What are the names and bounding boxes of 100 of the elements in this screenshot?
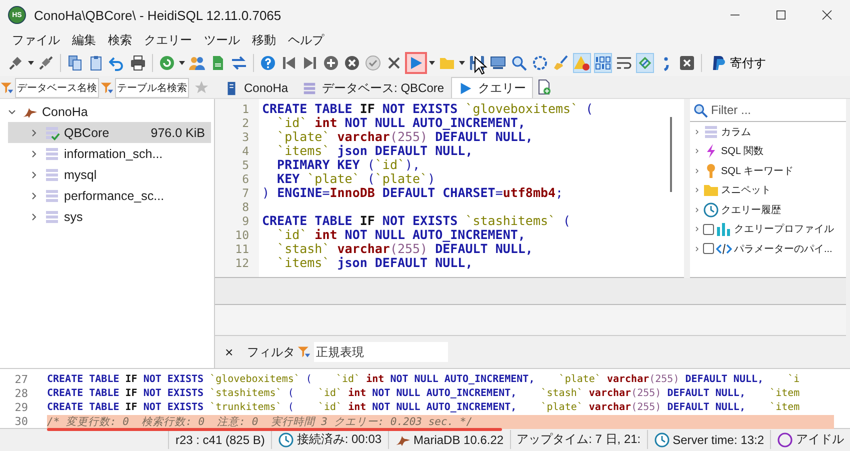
- query-icon: [458, 80, 474, 96]
- menu-item[interactable]: クエリー: [138, 32, 198, 48]
- tab[interactable]: ConoHa: [217, 77, 296, 98]
- helper-item[interactable]: カラム: [721, 124, 751, 139]
- tree-item[interactable]: ConoHa: [42, 104, 88, 118]
- broom-icon[interactable]: [553, 55, 569, 71]
- line-number: 6: [241, 172, 250, 186]
- columns-icon: [703, 124, 719, 140]
- undo-icon[interactable]: [109, 55, 125, 71]
- helper-item[interactable]: クエリー履歴: [721, 202, 781, 217]
- code-line: CREATE TABLE IF NOT EXISTS `stashitems` (: [262, 214, 571, 228]
- skip-first-icon[interactable]: [281, 55, 297, 71]
- cancel-icon[interactable]: [386, 55, 402, 71]
- helper-item[interactable]: SQL 関数: [721, 144, 764, 158]
- search-icon[interactable]: [511, 55, 527, 71]
- status-text: アイドル: [796, 431, 844, 448]
- clipboard-icon[interactable]: [88, 55, 104, 71]
- copy-icon[interactable]: [67, 55, 83, 71]
- code-line: CREATE TABLE IF NOT EXISTS `stashitems` ( `id` int NOT NULL AUTO_INCREMENT, `stash` varchar(255) DEFAULT NULL, `item: [47, 387, 800, 401]
- toggle-button[interactable]: [573, 53, 591, 73]
- search-field[interactable]: データベース名検: [15, 78, 99, 98]
- close-icon[interactable]: [821, 9, 833, 21]
- close-button[interactable]: ×: [221, 344, 238, 360]
- line-number: 8: [241, 200, 250, 214]
- new-tab-icon[interactable]: [536, 79, 552, 95]
- tree-row[interactable]: sys: [8, 206, 211, 227]
- status-text: 接続済み: 00:03: [296, 431, 382, 448]
- tab[interactable]: クエリー: [451, 77, 534, 98]
- database-icon: [44, 166, 60, 182]
- tab[interactable]: データベース: QBCore: [295, 77, 452, 98]
- warning-icon: [574, 55, 590, 71]
- menu-item[interactable]: ファイル: [6, 32, 66, 48]
- search-icon: [693, 102, 708, 118]
- wrap-icon[interactable]: [616, 55, 632, 71]
- checkbox[interactable]: [703, 224, 714, 235]
- line-number: 7: [241, 186, 250, 200]
- line-number: 10: [234, 228, 250, 242]
- folder-icon: [703, 182, 719, 198]
- monitor-icon[interactable]: [490, 55, 506, 71]
- transfer-icon[interactable]: [231, 55, 247, 71]
- line-number: 9: [241, 214, 250, 228]
- add-icon[interactable]: [323, 55, 339, 71]
- toggle-button[interactable]: [594, 53, 612, 73]
- menu-item[interactable]: 検索: [102, 32, 138, 48]
- line-number: 27: [14, 373, 29, 387]
- ring-icon[interactable]: [532, 55, 548, 71]
- star-icon[interactable]: [194, 80, 209, 95]
- database-icon: [302, 80, 318, 96]
- paypal-icon: [710, 55, 726, 71]
- check-icon[interactable]: [365, 55, 381, 71]
- funnel-icon: [100, 81, 114, 95]
- menu-item[interactable]: 編集: [66, 32, 102, 48]
- delete-icon[interactable]: [344, 55, 360, 71]
- helper-item[interactable]: パラメーターのパイ...: [734, 242, 832, 256]
- code-line: `stash` varchar(255) DEFAULT NULL,: [276, 242, 533, 256]
- helper-item[interactable]: スニペット: [721, 183, 771, 198]
- search-field[interactable]: テーブル名検索: [115, 78, 189, 98]
- file-icon[interactable]: [210, 55, 226, 71]
- toggle-button[interactable]: [636, 53, 654, 73]
- donate-button[interactable]: 寄付す: [706, 52, 770, 74]
- bar-chart-icon: [716, 221, 732, 238]
- code-line: KEY `plate` (`plate`): [276, 172, 436, 186]
- scrollbar[interactable]: [670, 117, 672, 192]
- line-number: 2: [241, 116, 250, 130]
- clock-icon: [278, 432, 294, 448]
- line-number: 5: [241, 158, 250, 172]
- help-icon[interactable]: [260, 55, 276, 71]
- users-icon[interactable]: [189, 55, 205, 71]
- skip-last-icon[interactable]: [302, 55, 318, 71]
- code-line: `plate` varchar(255) DEFAULT NULL,: [276, 130, 533, 144]
- line-number: 29: [14, 401, 29, 415]
- status-text: MariaDB 10.6.22: [414, 432, 504, 446]
- status-text: r23 : c41 (825 B): [175, 432, 265, 446]
- code-line: ) ENGINE=InnoDB DEFAULT CHARSET=utf8mb4;: [262, 186, 564, 200]
- line-number: 4: [241, 144, 250, 158]
- filter-label: フィルタ: [247, 344, 296, 360]
- line-number: 12: [234, 256, 250, 270]
- unplug-icon[interactable]: [38, 55, 54, 71]
- code-line: `items` json DEFAULT NULL,: [276, 256, 473, 270]
- checkbox[interactable]: [703, 243, 714, 254]
- close-box-icon[interactable]: [679, 55, 695, 71]
- code-line: `id` int NOT NULL AUTO_INCREMENT,: [276, 228, 526, 242]
- menu-item[interactable]: ヘルプ: [282, 32, 330, 48]
- line-number: 11: [234, 242, 250, 256]
- tree-row[interactable]: QBCore 976.0 KiB: [8, 122, 211, 143]
- printer-icon[interactable]: [130, 55, 146, 71]
- menu-item[interactable]: 移動: [246, 32, 282, 48]
- helper-item[interactable]: クエリープロファイル: [734, 222, 834, 236]
- line-number: 1: [241, 102, 250, 116]
- tree-row[interactable]: mysql: [8, 164, 211, 185]
- database-icon: [44, 188, 60, 204]
- filter-field[interactable]: 正規表現: [314, 342, 448, 362]
- helper-item[interactable]: SQL キーワード: [721, 164, 794, 178]
- plug-icon[interactable]: [8, 55, 24, 71]
- tree-row[interactable]: performance_sc...: [8, 185, 211, 206]
- maximize-icon[interactable]: [775, 9, 787, 21]
- code-line: `items` json DEFAULT NULL,: [276, 144, 473, 158]
- database-icon: [44, 208, 60, 224]
- menu-item[interactable]: ツール: [198, 32, 246, 48]
- tree-row[interactable]: information_sch...: [8, 143, 211, 164]
